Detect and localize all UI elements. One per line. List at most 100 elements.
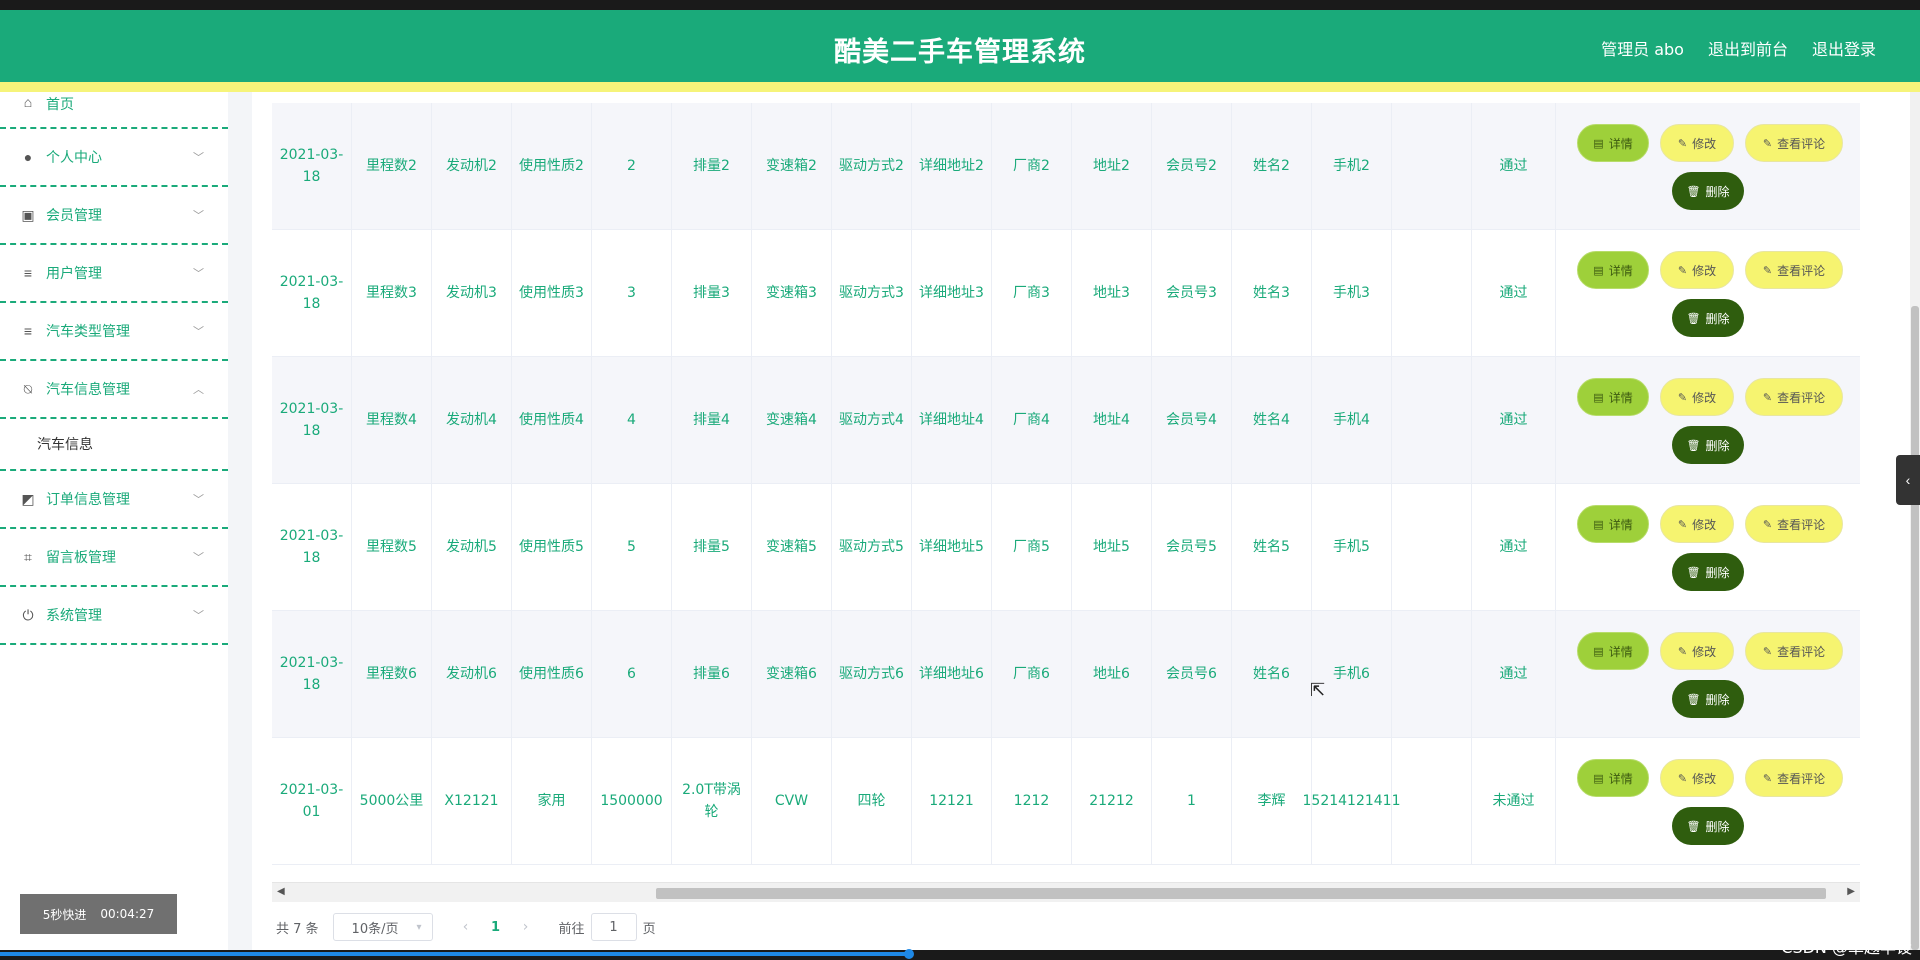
delete-button[interactable]: 🗑 删除 <box>1672 426 1744 464</box>
sidebar-item-6[interactable]: ◩ 订单信息管理 ﹀ <box>0 471 228 529</box>
cell-address: 21212 <box>1072 738 1152 864</box>
list-icon: ≡ <box>23 323 33 339</box>
cell-name: 姓名3 <box>1232 230 1312 356</box>
edit-button[interactable]: ✎ 修改 <box>1660 378 1734 416</box>
cell-address: 地址6 <box>1072 611 1152 737</box>
file-icon: ▤ <box>1593 517 1604 531</box>
row-actions: ▤ 详情 ✎ 修改 ✎ 查看评论 🗑 删除 <box>1556 357 1860 483</box>
pencil-icon: ✎ <box>1677 390 1688 404</box>
detail-button-label: 详情 <box>1608 263 1633 278</box>
page-size-value: 10条/页 <box>351 921 399 937</box>
cell-date: 2021-03-18 <box>272 230 352 356</box>
collapse-panel-button[interactable]: ‹ <box>1896 455 1920 505</box>
admin-user-link[interactable]: 管理员 abo <box>1601 36 1684 60</box>
cell-name: 姓名2 <box>1232 103 1312 229</box>
view-comments-button[interactable]: ✎ 查看评论 <box>1745 251 1843 289</box>
sidebar-item-5[interactable]: ⍉ 汽车信息管理 ︿ <box>0 361 228 419</box>
cell-extra <box>1392 357 1472 483</box>
cell-gearbox: 变速箱5 <box>752 484 832 610</box>
cell-status: 通过 <box>1472 357 1556 483</box>
cell-engine: 发动机6 <box>432 611 512 737</box>
table-horizontal-scrollbar[interactable]: ◀ ▶ <box>272 882 1860 902</box>
pager-total: 共 7 条 <box>276 921 319 937</box>
video-progress-handle[interactable] <box>904 949 914 959</box>
next-page-icon[interactable]: › <box>511 919 541 935</box>
view-comments-button[interactable]: ✎ 查看评论 <box>1745 505 1843 543</box>
logout-link[interactable]: 退出登录 <box>1812 36 1876 60</box>
detail-button[interactable]: ▤ 详情 <box>1577 378 1649 416</box>
scrollbar-thumb[interactable] <box>1911 306 1919 950</box>
chevron-down-icon: ﹀ <box>193 152 204 164</box>
edit-button-label: 修改 <box>1692 390 1717 405</box>
trash-icon: 🗑 <box>1686 311 1701 325</box>
cell-member: 会员号4 <box>1152 357 1232 483</box>
detail-button[interactable]: ▤ 详情 <box>1577 505 1649 543</box>
file-icon: ▤ <box>1593 771 1604 785</box>
chevron-down-icon: ﹀ <box>193 326 204 338</box>
view-comments-button[interactable]: ✎ 查看评论 <box>1745 378 1843 416</box>
detail-button[interactable]: ▤ 详情 <box>1577 124 1649 162</box>
cell-gearbox: 变速箱4 <box>752 357 832 483</box>
delete-button[interactable]: 🗑 删除 <box>1672 680 1744 718</box>
goto-page-input[interactable]: 1 <box>590 913 637 941</box>
delete-button-label: 删除 <box>1705 819 1730 834</box>
table-row: 2021-03-18 里程数5 发动机5 使用性质5 5 排量5 变速箱5 驱动方式5 详细地址… <box>272 484 1860 611</box>
page-vertical-scrollbar[interactable] <box>1910 92 1920 950</box>
sidebar-item-4[interactable]: ≡ 汽车类型管理 ﹀ <box>0 303 228 361</box>
row-actions: ▤ 详情 ✎ 修改 ✎ 查看评论 🗑 删除 <box>1556 611 1860 737</box>
sidebar-item-0[interactable]: ⌂ 首页 <box>0 92 228 129</box>
edit-button[interactable]: ✎ 修改 <box>1660 632 1734 670</box>
sidebar-item-3[interactable]: ≡ 用户管理 ﹀ <box>0 245 228 303</box>
detail-button-label: 详情 <box>1608 517 1633 532</box>
cell-displacement: 排量4 <box>672 357 752 483</box>
scrollbar-thumb[interactable] <box>656 888 1826 899</box>
cell-mileage: 里程数5 <box>352 484 432 610</box>
file-icon: ▤ <box>1593 136 1604 150</box>
view-comments-button[interactable]: ✎ 查看评论 <box>1745 632 1843 670</box>
view-comments-button[interactable]: ✎ 查看评论 <box>1745 124 1843 162</box>
cell-address_detail: 详细地址4 <box>912 357 992 483</box>
detail-button[interactable]: ▤ 详情 <box>1577 759 1649 797</box>
sidebar-item-2[interactable]: ▣ 会员管理 ﹀ <box>0 187 228 245</box>
prev-page-icon[interactable]: ‹ <box>451 919 481 935</box>
submenu-item-car-info[interactable]: 汽车信息 <box>0 419 228 471</box>
delete-button-label: 删除 <box>1705 692 1730 707</box>
cell-gearbox: 变速箱2 <box>752 103 832 229</box>
cell-name: 李辉 <box>1232 738 1312 864</box>
sidebar-item-1[interactable]: ● 个人中心 ﹀ <box>0 129 228 187</box>
table-row: 2021-03-18 里程数4 发动机4 使用性质4 4 排量4 变速箱4 驱动方式4 详细地址… <box>272 357 1860 484</box>
cell-status: 通过 <box>1472 484 1556 610</box>
view-comments-button-label: 查看评论 <box>1777 390 1826 405</box>
car-info-table: 2021-03-18 里程数2 发动机2 使用性质2 2 排量2 变速箱2 驱动方式2 详细地址… <box>272 92 1860 882</box>
scroll-left-icon[interactable]: ◀ <box>277 886 285 897</box>
edit-button-label: 修改 <box>1692 644 1717 659</box>
delete-button[interactable]: 🗑 删除 <box>1672 299 1744 337</box>
trash-icon: 🗑 <box>1686 692 1701 706</box>
delete-button[interactable]: 🗑 删除 <box>1672 807 1744 845</box>
sidebar-item-8[interactable]: ⏻ 系统管理 ﹀ <box>0 587 228 645</box>
view-comments-button[interactable]: ✎ 查看评论 <box>1745 759 1843 797</box>
detail-button[interactable]: ▤ 详情 <box>1577 632 1649 670</box>
page-size-select[interactable]: 10条/页 ▾ <box>332 913 433 941</box>
cell-status: 通过 <box>1472 230 1556 356</box>
back-to-frontend-link[interactable]: 退出到前台 <box>1708 36 1788 60</box>
cell-extra <box>1392 738 1472 864</box>
cell-drive: 驱动方式3 <box>832 230 912 356</box>
chevron-up-icon: ︿ <box>193 384 204 396</box>
pagination: 共 7 条 10条/页 ▾ ‹ 1 › 前往 1 页 <box>276 912 656 942</box>
pencil-icon: ✎ <box>1677 517 1688 531</box>
file-icon: ▤ <box>1593 644 1604 658</box>
edit-button[interactable]: ✎ 修改 <box>1660 124 1734 162</box>
edit-button[interactable]: ✎ 修改 <box>1660 505 1734 543</box>
edit-button[interactable]: ✎ 修改 <box>1660 251 1734 289</box>
delete-button[interactable]: 🗑 删除 <box>1672 553 1744 591</box>
chevron-down-icon: ﹀ <box>193 494 204 506</box>
sidebar-item-7[interactable]: ⌗ 留言板管理 ﹀ <box>0 529 228 587</box>
scroll-right-icon[interactable]: ▶ <box>1847 886 1855 897</box>
delete-button-label: 删除 <box>1705 184 1730 199</box>
page-number-current[interactable]: 1 <box>481 920 511 935</box>
view-comments-button-label: 查看评论 <box>1777 517 1826 532</box>
detail-button[interactable]: ▤ 详情 <box>1577 251 1649 289</box>
edit-button[interactable]: ✎ 修改 <box>1660 759 1734 797</box>
delete-button[interactable]: 🗑 删除 <box>1672 172 1744 210</box>
